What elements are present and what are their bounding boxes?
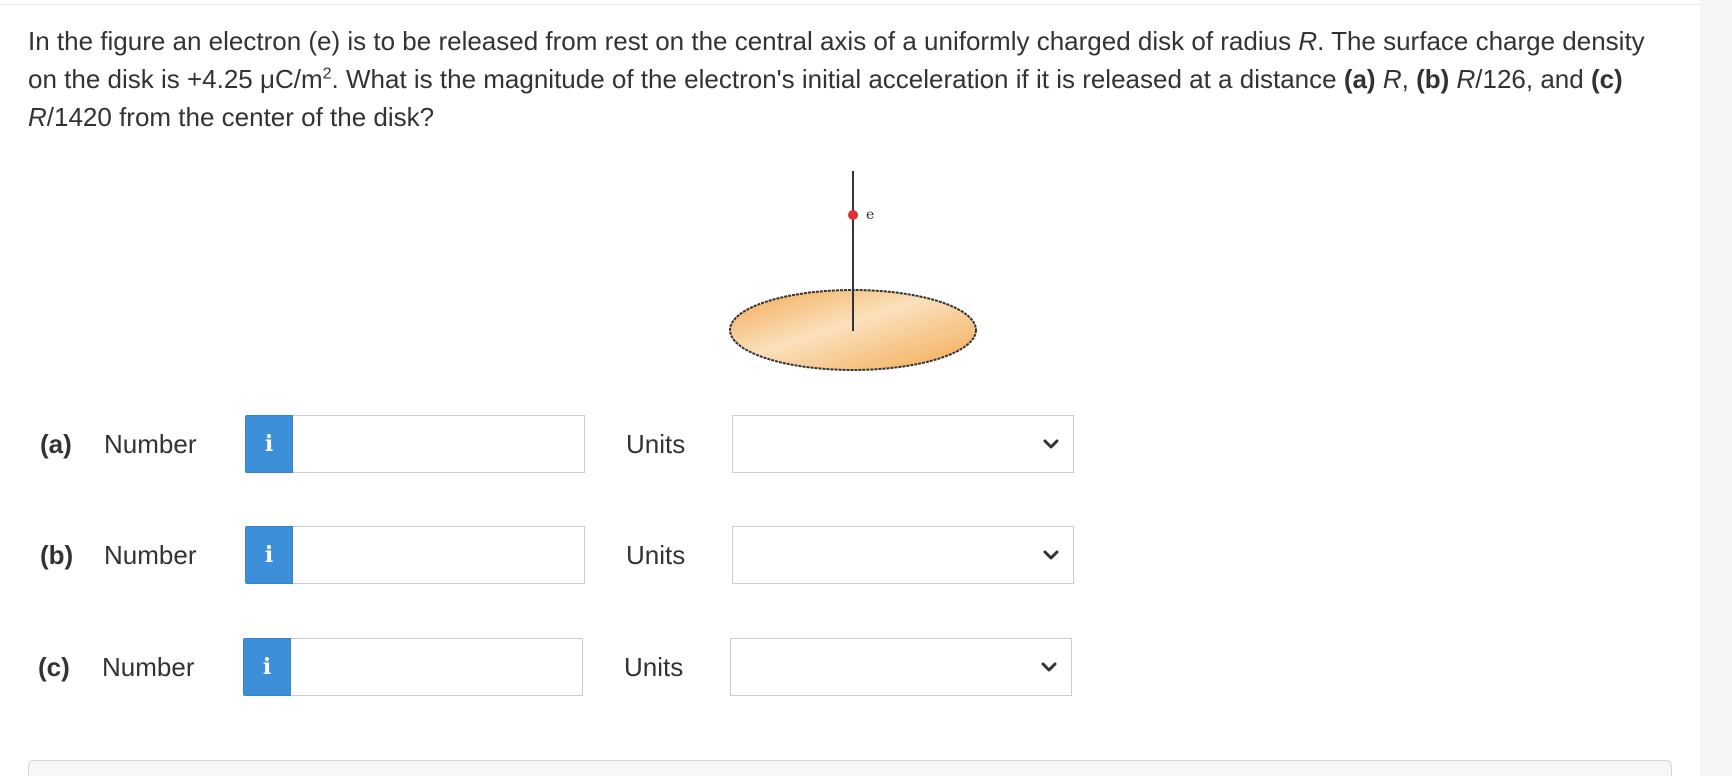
charged-disk-figure: e [729, 171, 977, 371]
answer-row-c: (c) Number i Units [0, 638, 1098, 698]
distance-b-symbol: R [1456, 64, 1476, 94]
number-input-b[interactable] [293, 526, 585, 584]
info-button[interactable]: i [243, 638, 291, 696]
question-page: In the figure an electron (e) is to be r… [0, 0, 1732, 776]
part-c-ref: (c) [1590, 64, 1623, 94]
unit-exponent: 2 [322, 65, 332, 83]
answer-row-a: (a) Number i Units [0, 415, 1100, 475]
part-label: (b) [40, 540, 74, 570]
separator-1: , [1401, 64, 1417, 94]
distance-a: R [1382, 64, 1402, 94]
number-label: Number [102, 652, 195, 682]
distance-c-symbol: R [28, 102, 47, 132]
units-select-b[interactable] [732, 526, 1074, 584]
question-intro: In the figure an electron (e) is to be r… [28, 26, 1299, 56]
separator-b [1449, 64, 1456, 94]
next-panel [28, 760, 1672, 776]
question-mid2: . What is the magnitude of the electron'… [331, 64, 1344, 94]
number-input-a[interactable] [293, 415, 585, 473]
number-label: Number [104, 540, 197, 570]
part-label: (c) [38, 652, 70, 682]
units-label: Units [626, 540, 686, 570]
answer-row-b: (b) Number i Units [0, 526, 1100, 586]
units-label: Units [626, 429, 686, 459]
part-label: (a) [40, 429, 72, 459]
distance-c: /1420 from the center of the disk? [46, 102, 435, 132]
question-text: In the figure an electron (e) is to be r… [28, 22, 1678, 136]
info-button[interactable]: i [245, 526, 293, 584]
electron-dot [848, 210, 858, 220]
part-a-ref: (a) [1343, 64, 1376, 94]
chevron-down-icon [1043, 439, 1059, 449]
distance-b: /126, and [1475, 64, 1591, 94]
units-select-c[interactable] [730, 638, 1072, 696]
chevron-down-icon [1043, 550, 1059, 560]
right-gutter [1700, 0, 1732, 776]
number-label: Number [104, 429, 197, 459]
radius-symbol: R [1298, 26, 1318, 56]
units-label: Units [624, 652, 684, 682]
electron-label: e [866, 207, 874, 223]
top-divider [0, 4, 1700, 5]
info-button[interactable]: i [245, 415, 293, 473]
chevron-down-icon [1041, 662, 1057, 672]
part-b-ref: (b) [1416, 64, 1450, 94]
number-input-c[interactable] [291, 638, 583, 696]
units-select-a[interactable] [732, 415, 1074, 473]
